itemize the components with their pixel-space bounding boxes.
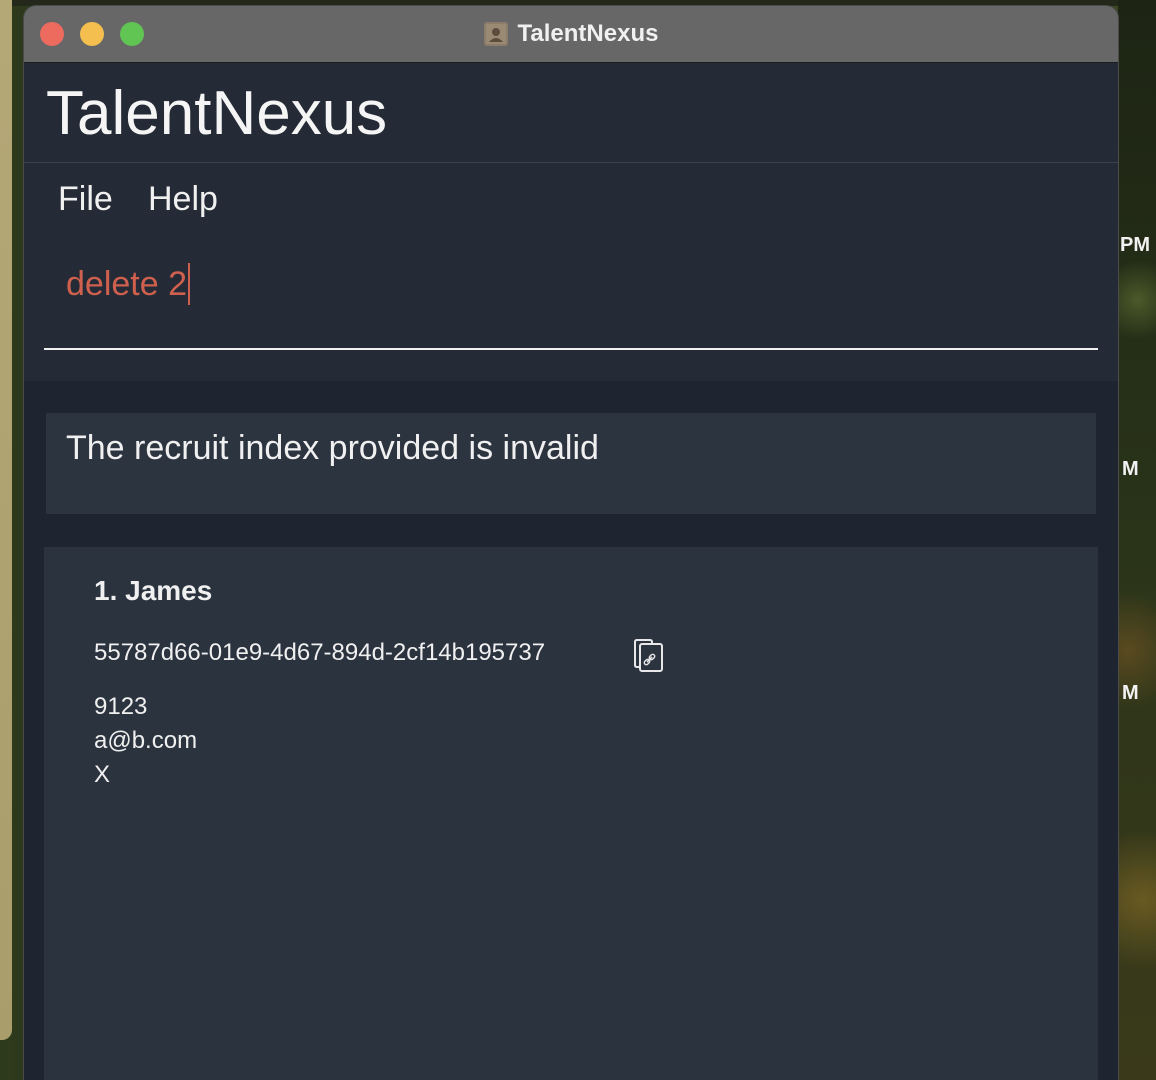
window-title: TalentNexus xyxy=(517,20,659,47)
text-caret xyxy=(188,263,190,305)
menu-file[interactable]: File xyxy=(58,180,113,219)
recruit-email: a@b.com xyxy=(94,727,198,754)
command-input-underline xyxy=(44,348,1098,350)
command-input[interactable]: delete 2 xyxy=(66,263,766,305)
recruit-phone: 9123 xyxy=(94,693,148,720)
copy-link-icon[interactable] xyxy=(628,635,668,675)
menu-help[interactable]: Help xyxy=(148,180,218,219)
recruit-id: 55787d66-01e9-4d67-894d-2cf14b195737 xyxy=(94,639,546,666)
result-display: The recruit index provided is invalid xyxy=(46,413,1096,514)
recruit-address: X xyxy=(94,761,111,788)
window-titlebar[interactable]: TalentNexus xyxy=(24,6,1118,63)
window-title-group: TalentNexus xyxy=(24,6,1118,62)
result-message: The recruit index provided is invalid xyxy=(66,429,599,467)
desktop-clock-fragment: PM xyxy=(1120,234,1150,256)
desktop-clock-fragment: M xyxy=(1122,682,1139,704)
recruit-name: 1. James xyxy=(94,575,213,606)
contacts-icon xyxy=(483,22,508,46)
app-title: TalentNexus xyxy=(46,79,388,148)
desktop-clock-fragment: M xyxy=(1122,458,1139,480)
command-input-text: delete 2 xyxy=(66,264,187,303)
desktop-left-window-edge xyxy=(0,0,12,1040)
app-window: TalentNexus TalentNexus File Help delete… xyxy=(24,6,1118,1080)
title-divider xyxy=(24,162,1118,163)
recruit-list[interactable]: 1. James 55787d66-01e9-4d67-894d-2cf14b1… xyxy=(44,547,1098,1080)
desktop-wallpaper-right xyxy=(1118,0,1156,1080)
